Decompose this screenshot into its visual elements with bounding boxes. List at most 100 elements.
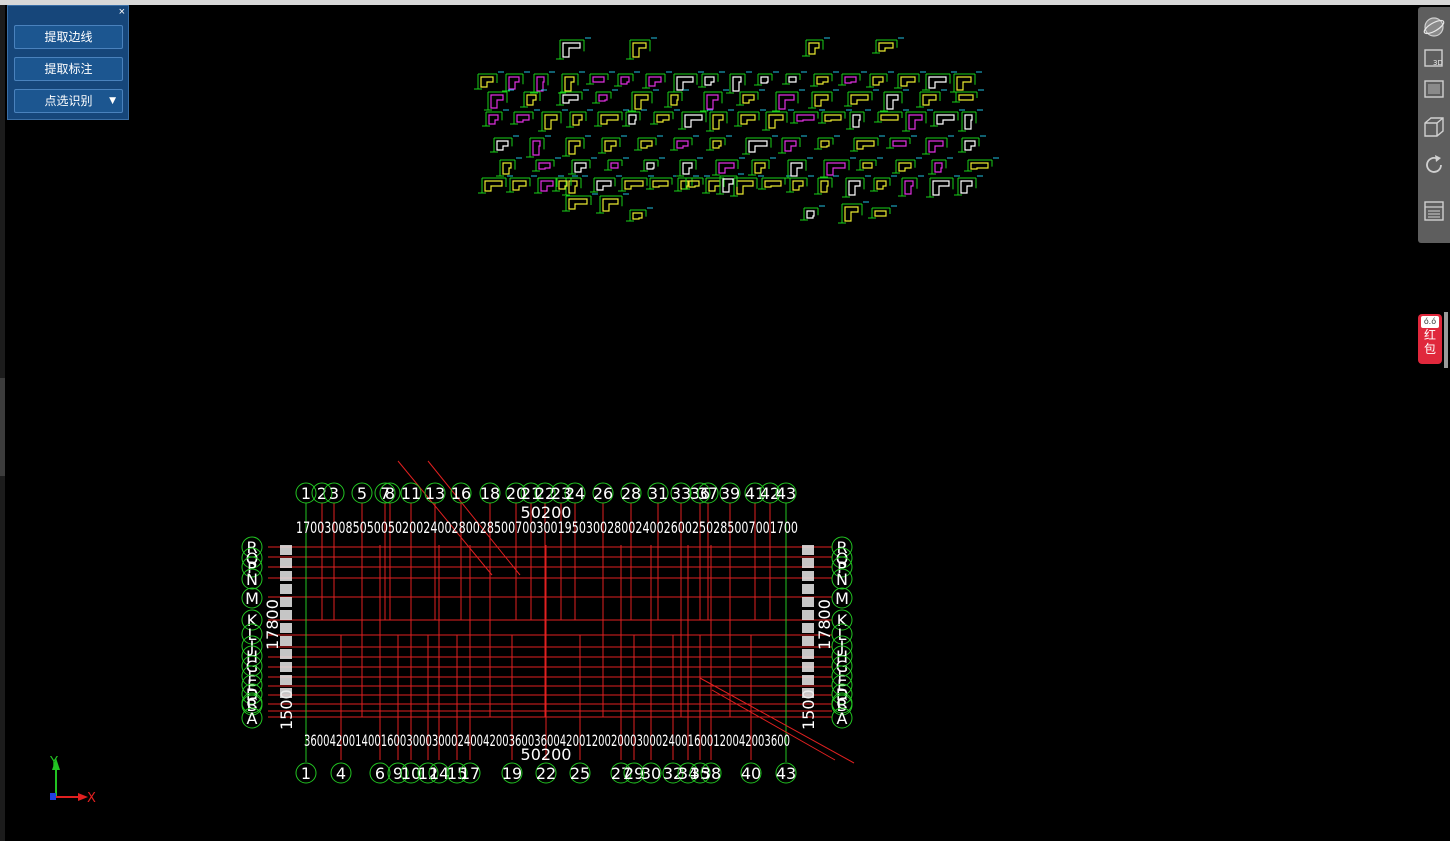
cad-detail-block: [482, 109, 509, 127]
cad-detail-block: [928, 157, 953, 175]
drawing-canvas[interactable]: 1 2 3 5 78 11 13 16 18 2021222324 26 28 31 333637 39 41…: [0, 0, 1450, 841]
top-axis-label: 24: [565, 484, 585, 503]
cad-detail-block: [678, 109, 713, 130]
cad-detail-block: [818, 109, 852, 124]
cad-detail-block: [664, 89, 689, 108]
cad-detail-block: [628, 89, 659, 112]
cad-detail-block: [510, 109, 540, 125]
y-axis-label: Y: [49, 755, 58, 770]
pick-recognize-button[interactable]: 点选识别 ▼: [14, 89, 123, 113]
cad-detail-block: [964, 157, 999, 172]
red-packet-face-icon: ó.ó: [1421, 316, 1439, 328]
cad-detail-block: [814, 135, 840, 150]
orbit-icon[interactable]: [1422, 15, 1446, 39]
top-axis-label: 28: [621, 484, 641, 503]
cad-detail-block: [502, 71, 530, 92]
top-view-icon[interactable]: [1422, 77, 1446, 101]
cad-detail-block: [730, 175, 764, 197]
extract-edge-button[interactable]: 提取边线: [14, 25, 123, 49]
cad-detail-block: [736, 89, 765, 106]
right-total-dim: 17800: [815, 599, 834, 650]
cad-detail-block: [646, 175, 679, 190]
section-line: [699, 677, 855, 764]
right-dim-text-block: [802, 545, 814, 555]
bottom-axis-label: 22: [536, 764, 556, 783]
cad-detail-block: [810, 71, 839, 87]
cad-detail-block: [802, 37, 830, 57]
side-scroll-handle[interactable]: [1444, 312, 1448, 368]
cad-detail-block: [814, 175, 839, 195]
cad-detail-block: [626, 207, 653, 222]
cad-detail-block: [754, 71, 779, 86]
cad-detail-block: [950, 71, 982, 93]
cad-detail-block: [866, 71, 894, 88]
cad-detail-block: [596, 193, 629, 214]
pick-recognize-label: 点选识别: [44, 94, 93, 108]
right-dim-text-block: [802, 597, 814, 607]
cad-detail-block: [930, 109, 965, 127]
cad-detail-block: [642, 71, 672, 89]
extract-annotation-button[interactable]: 提取标注: [14, 57, 123, 81]
right-dim-text-block: [802, 623, 814, 633]
cad-detail-block: [706, 109, 734, 132]
cad-detail-block: [902, 109, 933, 132]
top-axis-label: 8: [385, 484, 395, 503]
cad-detail-block: [556, 89, 589, 106]
left-dim-text-block: [280, 649, 292, 659]
cad-detail-block: [886, 135, 917, 149]
left-axis-label: M: [245, 589, 259, 608]
cad-detail-block: [892, 157, 922, 174]
cad-detail-block: [670, 71, 704, 93]
right-dim-text-block: [802, 584, 814, 594]
left-axis-label: A: [247, 709, 258, 728]
cad-detail-block: [778, 135, 807, 154]
cad-detail-block: [604, 157, 629, 171]
cad-detail-block: [916, 89, 947, 108]
bottom-axis-label: 4: [336, 764, 346, 783]
top-axis-label: 13: [425, 484, 445, 503]
right-dim-text-block: [802, 636, 814, 646]
left-dim-text-block: [280, 584, 292, 594]
rotate-icon[interactable]: [1422, 153, 1446, 177]
top-axis-label: 43: [776, 484, 796, 503]
cad-detail-block: [870, 175, 897, 192]
cad-detail-block: [626, 37, 657, 60]
cad-detail-block: [634, 135, 663, 151]
top-axis-label: 3: [329, 484, 339, 503]
left-dim-text-block: [280, 688, 292, 698]
cad-detail-block: [562, 193, 598, 212]
left-dim-text-block: [280, 597, 292, 607]
view-3d-icon[interactable]: 3D: [1422, 46, 1446, 70]
chevron-down-icon[interactable]: ▼: [109, 90, 116, 112]
right-dim-text-block: [802, 558, 814, 568]
cad-detail-block: [894, 71, 926, 89]
cad-detail-block: [872, 37, 904, 54]
left-dim-text-block: [280, 675, 292, 685]
left-dim-text-block: [280, 623, 292, 633]
cad-detail-block: [484, 89, 514, 111]
cad-detail-block: [650, 109, 680, 125]
red-packet-widget[interactable]: ó.ó 红 包: [1418, 314, 1442, 364]
view-toolbar: 3D: [1418, 7, 1450, 243]
left-dim-text-block: [280, 545, 292, 555]
left-dim-text-block: [280, 571, 292, 581]
top-axis-label: 11: [401, 484, 421, 503]
top-axis-label: 39: [720, 484, 740, 503]
cad-detail-block: [712, 157, 745, 176]
layout-icon[interactable]: [1422, 199, 1446, 223]
cad-detail-block: [496, 157, 522, 177]
extract-edge-label: 提取边线: [44, 30, 93, 44]
cad-detail-block: [474, 71, 504, 90]
cad-detail-block: [538, 109, 568, 132]
left-dim-text-block: [280, 610, 292, 620]
cad-detail-block: [490, 135, 519, 153]
cad-detail-block: [820, 157, 856, 178]
box-view-icon[interactable]: [1422, 115, 1446, 139]
panel-close-icon[interactable]: ×: [119, 6, 125, 18]
cad-detail-block: [958, 135, 986, 153]
right-dim-text-block: [802, 688, 814, 698]
cad-detail-block: [586, 71, 615, 85]
cad-detail-block: [926, 175, 960, 198]
cad-detail-block: [698, 71, 725, 88]
cad-detail-block: [846, 109, 871, 130]
